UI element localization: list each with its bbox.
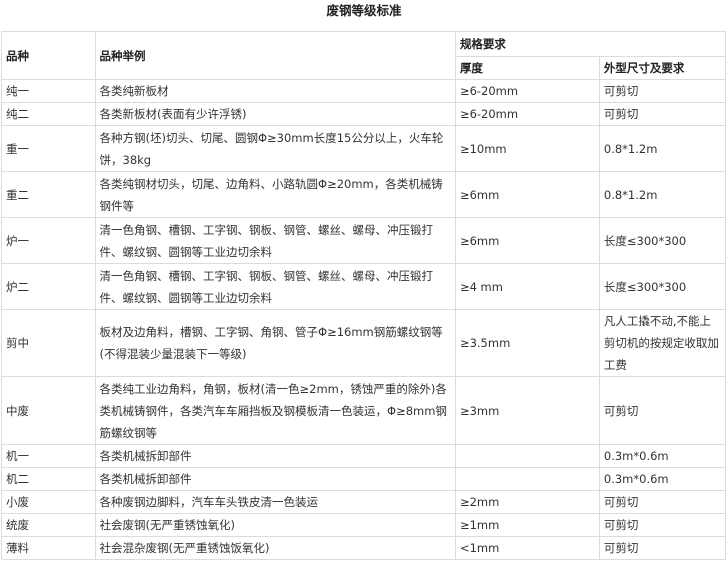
cell-example: 各类纯新板材 (94, 79, 456, 103)
cell-thickness: ≥6-20mm (454, 102, 600, 126)
cell-size: 长度≤300*300 (598, 263, 727, 310)
cell-variety: 重二 (1, 171, 96, 218)
cell-example: 板材及边角料，槽钢、工字钢、角钢、管子Φ≥16mm钢筋螺纹钢等(不得混装少量混装… (94, 309, 456, 377)
table-row: 炉一 清一色角钢、槽钢、工字钢、钢板、钢管、螺丝、螺母、冲压锻打件、螺纹钢、圆钢等… (1, 217, 727, 264)
table-row: 机二 各类机械拆卸部件 0.3m*0.6m (1, 467, 727, 491)
cell-thickness (454, 467, 600, 491)
cell-example: 各种废钢边脚料，汽车车头铁皮清一色装运 (94, 490, 456, 514)
cell-size: 0.8*1.2m (598, 125, 727, 172)
cell-variety: 重一 (1, 125, 96, 172)
cell-size: 可剪切 (598, 376, 727, 445)
cell-example: 各种方钢(坯)切头、切尾、圆钢Φ≥30mm长度15公分以上，火车轮饼，38kg (94, 125, 456, 172)
table-row: 统废 社会废钢(无严重锈蚀氧化) ≥1mm 可剪切 (1, 513, 727, 537)
cell-variety: 炉二 (1, 263, 96, 310)
cell-thickness: ≥6-20mm (454, 79, 600, 103)
cell-variety: 中废 (1, 376, 96, 445)
cell-size: 凡人工撬不动,不能上剪切机的按规定收取加工费 (598, 309, 727, 377)
table-row: 纯一 各类纯新板材 ≥6-20mm 可剪切 (1, 79, 727, 103)
page-title: 废钢等级标准 (326, 3, 402, 18)
cell-example: 社会废钢(无严重锈蚀氧化) (94, 513, 456, 537)
scrap-steel-grade-table: 品种 品种举例 规格要求 厚度 外型尺寸及要求 纯一 各类纯新板材 ≥6-20mm 可… (1, 31, 727, 560)
table-row: 重二 各类纯钢材切头，切尾、边角料、小路轨圆Φ≥20mm，各类机械铸钢件等 ≥6mm… (1, 171, 727, 218)
table-row: 剪中 板材及边角料，槽钢、工字钢、角钢、管子Φ≥16mm钢筋螺纹钢等(不得混装少量… (1, 309, 727, 377)
cell-size: 可剪切 (598, 513, 727, 537)
table-row: 纯二 各类新板材(表面有少许浮锈) ≥6-20mm 可剪切 (1, 102, 727, 126)
cell-thickness (454, 444, 600, 468)
cell-example: 各类新板材(表面有少许浮锈) (94, 102, 456, 126)
cell-size: 可剪切 (598, 490, 727, 514)
header-variety: 品种 (1, 31, 96, 80)
cell-thickness: ≥1mm (454, 513, 600, 537)
cell-thickness: ≥2mm (454, 490, 600, 514)
header-example: 品种举例 (94, 31, 456, 80)
table-row: 薄料 社会混杂废钢(无严重锈蚀饭氧化) <1mm 可剪切 (1, 536, 727, 560)
cell-variety: 小废 (1, 490, 96, 514)
cell-example: 各类纯钢材切头，切尾、边角料、小路轨圆Φ≥20mm，各类机械铸钢件等 (94, 171, 456, 218)
cell-thickness: ≥6mm (454, 171, 600, 218)
header-size: 外型尺寸及要求 (598, 56, 727, 80)
table-row: 机一 各类机械拆卸部件 0.3m*0.6m (1, 444, 727, 468)
cell-thickness: ≥3mm (454, 376, 600, 445)
cell-example: 清一色角钢、槽钢、工字钢、钢板、钢管、螺丝、螺母、冲压锻打件、螺纹钢、圆钢等工业… (94, 217, 456, 264)
cell-thickness: <1mm (454, 536, 600, 560)
cell-size: 0.8*1.2m (598, 171, 727, 218)
cell-thickness: ≥6mm (454, 217, 600, 264)
cell-size: 长度≤300*300 (598, 217, 727, 264)
cell-size: 可剪切 (598, 536, 727, 560)
page: 废钢等级标准 品种 品种举例 规格要求 厚度 外型尺寸及要求 纯一 各类纯新板材 ≥… (0, 0, 728, 561)
cell-variety: 机一 (1, 444, 96, 468)
cell-thickness: ≥4 mm (454, 263, 600, 310)
header-row-1: 品种 品种举例 规格要求 (1, 31, 727, 80)
cell-thickness: ≥3.5mm (454, 309, 600, 377)
header-spec: 规格要求 (454, 31, 727, 57)
cell-thickness: ≥10mm (454, 125, 600, 172)
header-thickness: 厚度 (454, 56, 600, 80)
cell-size: 0.3m*0.6m (598, 444, 727, 468)
table-row: 炉二 清一色角钢、槽钢、工字钢、钢板、钢管、螺丝、螺母、冲压锻打件、螺纹钢、圆钢等… (1, 263, 727, 310)
cell-size: 0.3m*0.6m (598, 467, 727, 491)
cell-variety: 剪中 (1, 309, 96, 377)
table-body: 纯一 各类纯新板材 ≥6-20mm 可剪切 纯二 各类新板材(表面有少许浮锈) ≥6-20m… (1, 79, 727, 560)
cell-example: 清一色角钢、槽钢、工字钢、钢板、钢管、螺丝、螺母、冲压锻打件、螺纹钢、圆钢等工业… (94, 263, 456, 310)
cell-example: 各类纯工业边角料，角钢，板材(清一色≥2mm，锈蚀严重的除外)各类机械铸钢件，各… (94, 376, 456, 445)
cell-variety: 统废 (1, 513, 96, 537)
table-row: 重一 各种方钢(坯)切头、切尾、圆钢Φ≥30mm长度15公分以上，火车轮饼，38k… (1, 125, 727, 172)
cell-variety: 纯二 (1, 102, 96, 126)
cell-example: 各类机械拆卸部件 (94, 444, 456, 468)
table-row: 中废 各类纯工业边角料，角钢，板材(清一色≥2mm，锈蚀严重的除外)各类机械铸钢件… (1, 376, 727, 445)
cell-variety: 薄料 (1, 536, 96, 560)
cell-size: 可剪切 (598, 79, 727, 103)
cell-variety: 炉一 (1, 217, 96, 264)
cell-example: 各类机械拆卸部件 (94, 467, 456, 491)
cell-example: 社会混杂废钢(无严重锈蚀饭氧化) (94, 536, 456, 560)
table-row: 小废 各种废钢边脚料，汽车车头铁皮清一色装运 ≥2mm 可剪切 (1, 490, 727, 514)
cell-size: 可剪切 (598, 102, 727, 126)
cell-variety: 纯一 (1, 79, 96, 103)
cell-variety: 机二 (1, 467, 96, 491)
